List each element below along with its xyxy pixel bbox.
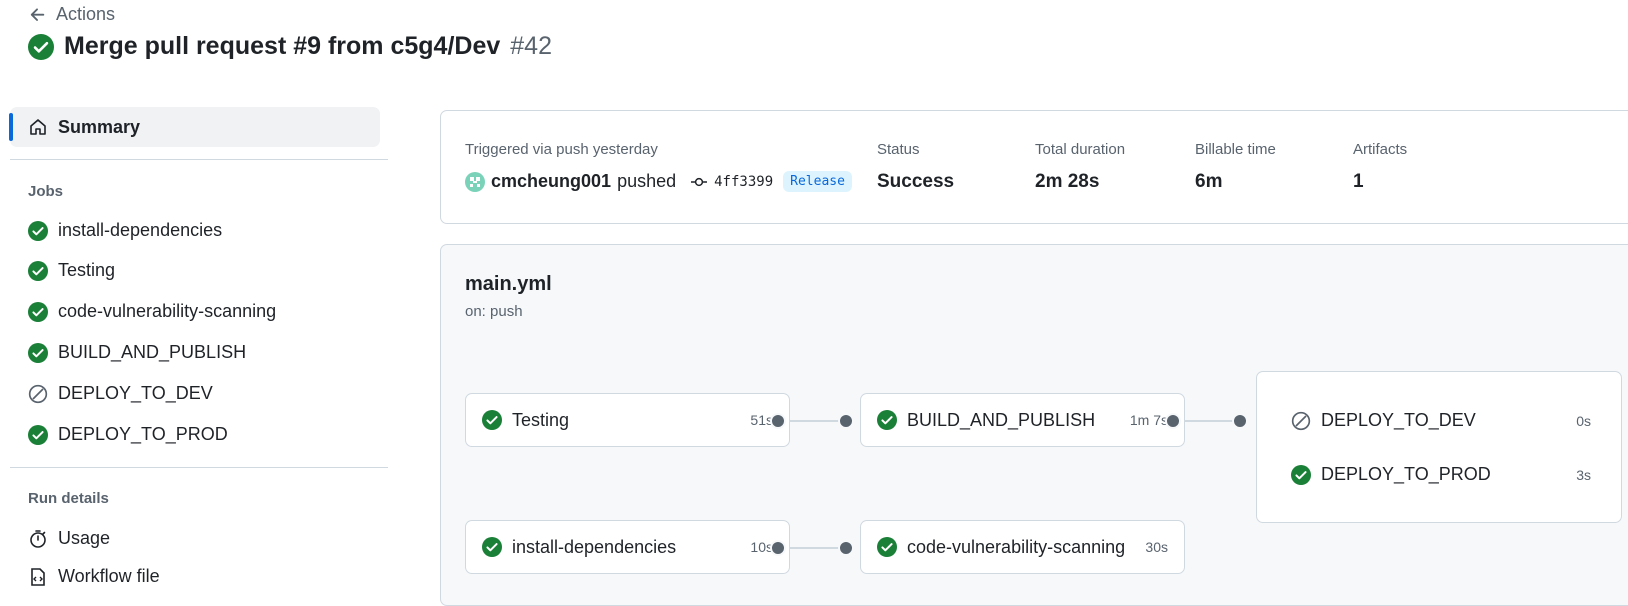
duration-label: Total duration <box>1035 141 1126 158</box>
check-circle-fill-icon <box>28 260 48 281</box>
job-node-code-vulnerability-scanning[interactable]: code-vulnerability-scanning 30s <box>860 520 1185 574</box>
identicon-icon <box>470 176 480 187</box>
sidebar-job-label: install-dependencies <box>58 220 223 240</box>
status-label: Status <box>877 141 920 158</box>
workflow-trigger: on: push <box>465 303 523 320</box>
file-code-icon <box>31 567 45 586</box>
sidebar-job-label: code-vulnerability-scanning <box>58 301 277 321</box>
sidebar-job-label: DEPLOY_TO_PROD <box>58 424 228 444</box>
billable-label: Billable time <box>1195 141 1276 158</box>
job-name: BUILD_AND_PUBLISH <box>907 409 1096 430</box>
job-group-deploy: DEPLOY_TO_DEV 0s DEPLOY_TO_PROD 3s <box>1256 371 1622 523</box>
workflow-graph-card: main.yml on: push Testing 51s BUILD_AND_… <box>440 244 1628 606</box>
back-to-actions-link[interactable]: Actions <box>28 4 115 25</box>
job-duration: 1m 7s <box>1129 412 1168 428</box>
stopwatch-icon <box>30 529 46 548</box>
sidebar-job-deploy-to-prod[interactable]: DEPLOY_TO_PROD <box>28 424 228 445</box>
run-title: Merge pull request #9 from c5g4/Dev <box>64 32 501 60</box>
connector-dot <box>770 413 786 429</box>
check-circle-fill-icon <box>28 220 48 241</box>
check-circle-fill-icon <box>28 301 48 322</box>
jobs-heading: Jobs <box>28 183 64 200</box>
run-details-heading: Run details <box>28 490 109 507</box>
skipped-icon <box>1291 411 1311 430</box>
sidebar-job-label: BUILD_AND_PUBLISH <box>58 342 247 362</box>
check-circle-fill-icon <box>28 424 48 445</box>
trigger-details: cmcheung001 pushed 4ff3399 Release <box>465 171 852 192</box>
check-circle-fill-icon <box>28 33 54 60</box>
sidebar-item-label: Workflow file <box>58 566 160 586</box>
artifacts-label: Artifacts <box>1353 141 1408 158</box>
artifacts-value[interactable]: 1 <box>1353 171 1364 193</box>
check-circle-fill-icon <box>482 537 502 557</box>
divider <box>10 159 388 160</box>
run-number: #42 <box>510 32 552 60</box>
sidebar-job-code-vulnerability-scanning[interactable]: code-vulnerability-scanning <box>28 301 276 322</box>
sidebar-item-summary[interactable]: Summary <box>9 107 380 147</box>
sidebar-job-label: Testing <box>58 260 116 280</box>
check-circle-fill-icon <box>1291 464 1311 485</box>
connector-dot <box>838 540 854 556</box>
sidebar-item-label: Summary <box>58 116 141 137</box>
connector-dot <box>1232 413 1248 429</box>
branch-badge[interactable]: Release <box>783 171 852 192</box>
check-circle-fill-icon <box>482 410 502 430</box>
job-node-build-and-publish[interactable]: BUILD_AND_PUBLISH 1m 7s <box>860 393 1185 447</box>
connector-dot <box>770 540 786 556</box>
home-icon <box>30 119 46 135</box>
check-circle-fill-icon <box>877 410 897 430</box>
workflow-file-name: main.yml <box>465 273 552 295</box>
job-node-testing[interactable]: Testing 51s <box>465 393 790 447</box>
sidebar-item-label: Usage <box>58 528 111 548</box>
job-name: DEPLOY_TO_PROD <box>1321 464 1491 484</box>
job-duration: 3s <box>1576 466 1591 483</box>
job-node-install-dependencies[interactable]: install-dependencies 10s <box>465 520 790 574</box>
job-name: DEPLOY_TO_DEV <box>1321 410 1476 430</box>
sidebar-job-label: DEPLOY_TO_DEV <box>58 383 213 403</box>
connector-dot <box>1165 413 1181 429</box>
job-node-deploy-to-prod[interactable]: DEPLOY_TO_PROD 3s <box>1291 464 1591 485</box>
check-circle-fill-icon <box>28 342 48 363</box>
sidebar-job-deploy-to-dev[interactable]: DEPLOY_TO_DEV <box>28 383 213 404</box>
active-indicator <box>9 113 13 141</box>
billable-value: 6m <box>1195 171 1223 192</box>
sidebar-job-testing[interactable]: Testing <box>28 260 115 281</box>
job-node-deploy-to-dev[interactable]: DEPLOY_TO_DEV 0s <box>1291 410 1591 431</box>
status-value: Success <box>877 171 955 192</box>
page-title: Merge pull request #9 from c5g4/Dev #42 <box>28 32 552 61</box>
sidebar-item-workflow-file[interactable]: Workflow file <box>28 566 160 587</box>
job-name: install-dependencies <box>512 536 677 557</box>
commit-sha-link[interactable]: 4ff3399 <box>714 174 773 190</box>
sidebar-item-usage[interactable]: Usage <box>28 528 110 549</box>
job-name: Testing <box>512 409 570 430</box>
run-summary-card: Triggered via push yesterday cmcheung001… <box>440 110 1628 224</box>
sidebar-job-build-and-publish[interactable]: BUILD_AND_PUBLISH <box>28 342 246 363</box>
trigger-text: Triggered via push yesterday <box>465 141 658 158</box>
actor-link[interactable]: cmcheung001 <box>491 171 611 192</box>
duration-value: 2m 28s <box>1035 171 1100 192</box>
divider <box>10 467 388 468</box>
skipped-icon <box>28 384 48 403</box>
git-commit-icon <box>691 177 708 186</box>
job-duration: 30s <box>1145 539 1168 555</box>
check-circle-fill-icon <box>877 537 897 557</box>
connector-dot <box>838 413 854 429</box>
back-link-label: Actions <box>56 4 116 24</box>
action-text: pushed <box>617 171 677 191</box>
avatar[interactable] <box>465 171 485 192</box>
arrow-left-icon <box>30 7 45 21</box>
sidebar-job-install-dependencies[interactable]: install-dependencies <box>28 220 222 241</box>
job-name: code-vulnerability-scanning <box>907 536 1126 557</box>
job-duration: 0s <box>1576 412 1591 429</box>
